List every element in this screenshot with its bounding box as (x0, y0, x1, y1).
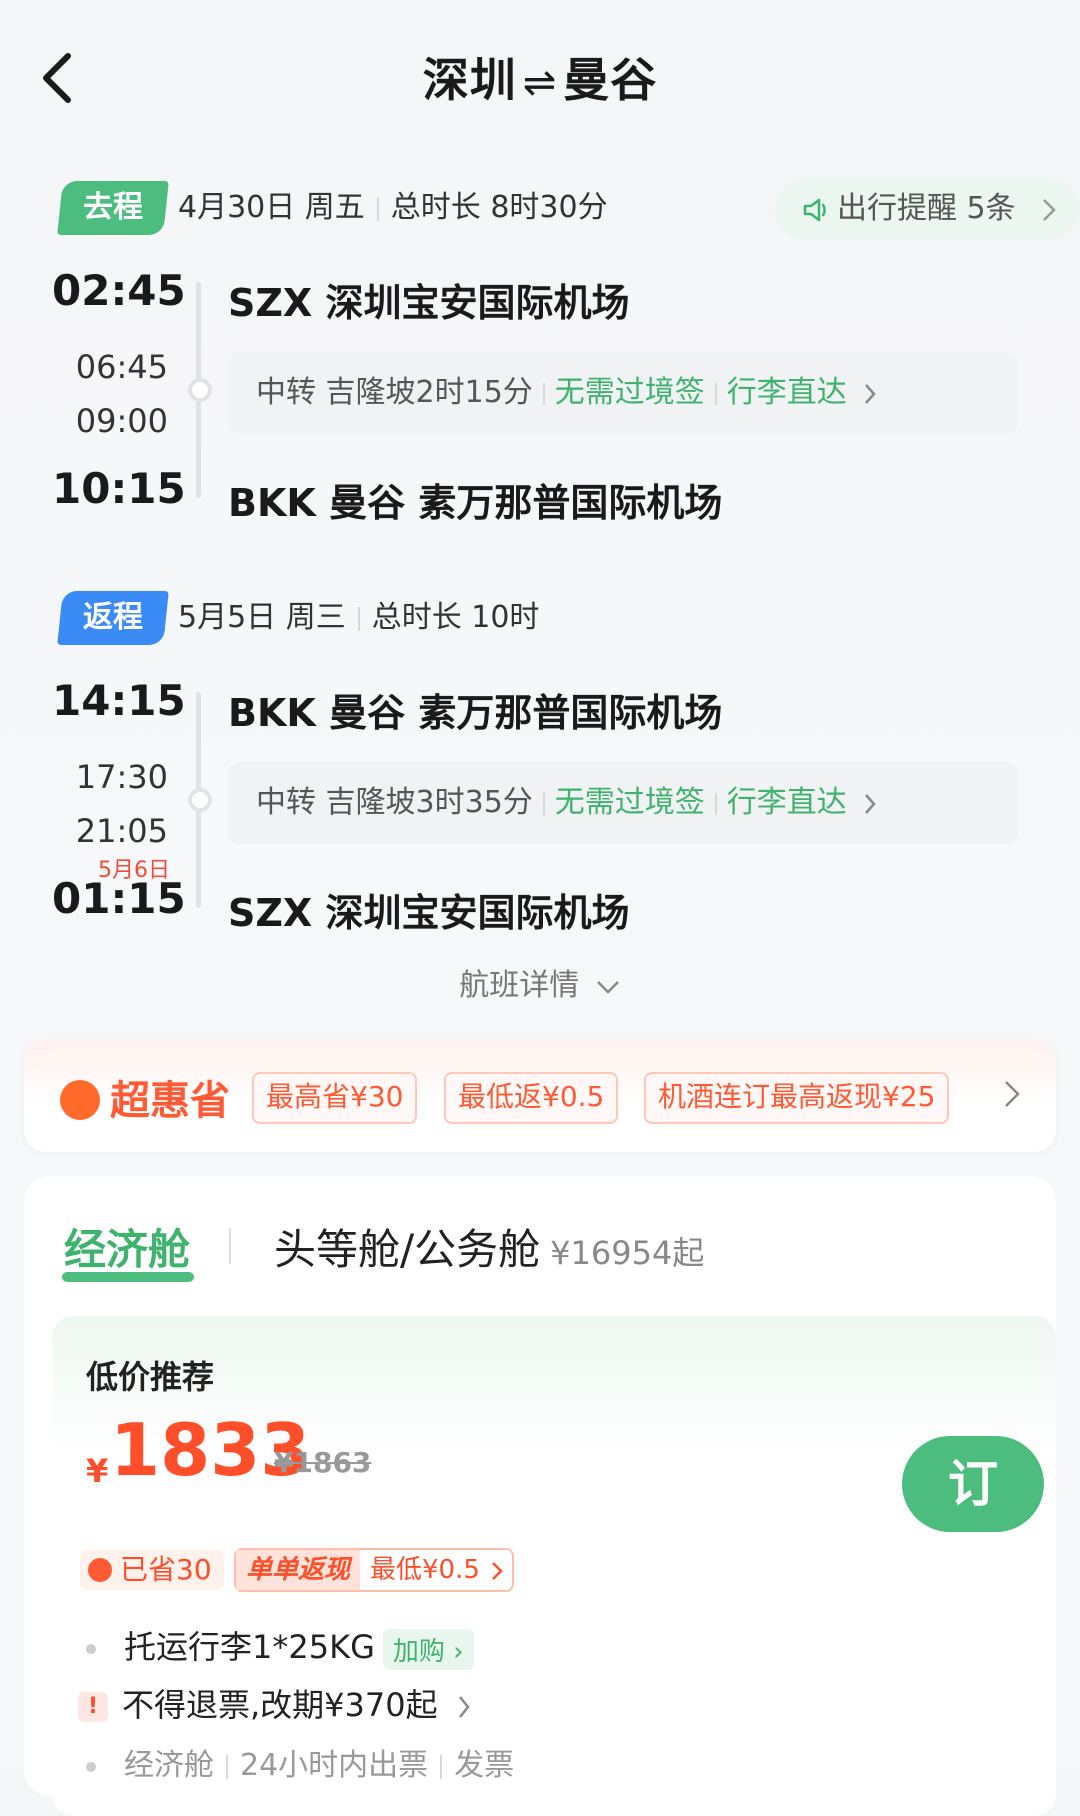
chevron-right-icon (492, 1561, 503, 1580)
tab-first-business[interactable]: 头等舱/公务舱 ¥16954起 (274, 1216, 704, 1277)
outbound-depart-time: 02:45 (52, 266, 186, 315)
return-transfer-leave: 21:05 (75, 812, 168, 850)
speaker-icon (803, 198, 826, 221)
refund-rule-row[interactable]: ! 不得退票,改期¥370起 (78, 1680, 472, 1726)
warning-icon: ! (78, 1692, 108, 1722)
return-transfer-info[interactable]: 中转 吉隆坡3时35分 无需过境签 行李直达 (228, 762, 1018, 844)
promo-banner[interactable]: 超惠省 最高省¥30 最低返¥0.5 机酒连订最高返现¥25 (24, 1040, 1056, 1152)
bullet-icon (86, 1644, 96, 1654)
chevron-down-icon (596, 980, 619, 994)
money-bag-icon (60, 1080, 100, 1120)
arrow-down-circle-icon (88, 1558, 112, 1582)
cashback-badge[interactable]: 单单返现 最低¥0.5 (234, 1548, 514, 1592)
chevron-right-icon (1043, 198, 1056, 221)
outbound-transfer-leave: 09:00 (75, 402, 168, 440)
outbound-transfer-info[interactable]: 中转 吉隆坡2时15分 无需过境签 行李直达 (228, 352, 1018, 434)
flight-details-toggle[interactable]: 航班详情 (0, 960, 1080, 1004)
promo-chip: 机酒连订最高返现¥25 (644, 1072, 950, 1124)
return-info: 5月5日 周三 总时长 10时 (178, 600, 540, 635)
travel-reminder-button[interactable]: 出行提醒 5条 (775, 178, 1080, 240)
ticket-info-row: 经济舱 24小时内出票 发票 (86, 1740, 514, 1784)
promo-chip: 最高省¥30 (252, 1072, 418, 1124)
return-arrive-airport: SZX 深圳宝安国际机场 (228, 891, 630, 935)
outbound-tag: 去程 (57, 181, 169, 235)
chevron-right-icon (865, 793, 877, 814)
outbound-depart-airport: SZX 深圳宝安国际机场 (228, 281, 630, 325)
return-arrive-time: 01:15 (52, 874, 186, 923)
page-title: 深圳 ⇌ 曼谷 (422, 53, 658, 107)
recommend-fare-card[interactable]: 低价推荐 ¥ 1833 ¥1863 订 已省30 单单返现 最低¥0.5 托运行李… (52, 1316, 1056, 1816)
tab-economy[interactable]: 经济舱 (64, 1216, 190, 1277)
baggage-row: 托运行李1*25KG 加购 › (86, 1622, 474, 1670)
timeline-transfer-dot (188, 378, 212, 402)
outbound-transfer-arrive: 06:45 (75, 348, 168, 386)
original-price: ¥1863 (274, 1446, 372, 1479)
return-depart-time: 14:15 (52, 676, 186, 725)
outbound-arrive-airport: BKK 曼谷 素万那普国际机场 (228, 481, 723, 525)
timeline-transfer-dot (188, 788, 212, 812)
tab-divider (229, 1228, 231, 1264)
recommend-title: 低价推荐 (86, 1358, 215, 1396)
return-tag: 返程 (57, 591, 169, 645)
saved-badge: 已省30 (80, 1550, 224, 1590)
chevron-right-icon (458, 1696, 470, 1718)
book-button[interactable]: 订 (902, 1436, 1044, 1532)
add-baggage-button[interactable]: 加购 › (382, 1628, 474, 1670)
bullet-icon (86, 1761, 96, 1772)
chevron-right-icon (1005, 1081, 1020, 1107)
currency-symbol: ¥ (86, 1452, 109, 1490)
promo-chip: 最低返¥0.5 (444, 1072, 619, 1124)
outbound-info: 4月30日 周五 总时长 8时30分 (178, 190, 608, 225)
return-depart-airport: BKK 曼谷 素万那普国际机场 (228, 691, 723, 735)
chevron-right-icon (865, 383, 877, 404)
round-trip-arrow-icon: ⇌ (522, 60, 558, 106)
tab-active-indicator (62, 1272, 194, 1282)
outbound-arrive-time: 10:15 (52, 464, 186, 513)
return-transfer-arrive: 17:30 (75, 758, 168, 796)
promo-title: 超惠省 (60, 1068, 230, 1126)
cabin-card: 经济舱 头等舱/公务舱 ¥16954起 低价推荐 ¥ 1833 ¥1863 订 已… (24, 1176, 1056, 1816)
